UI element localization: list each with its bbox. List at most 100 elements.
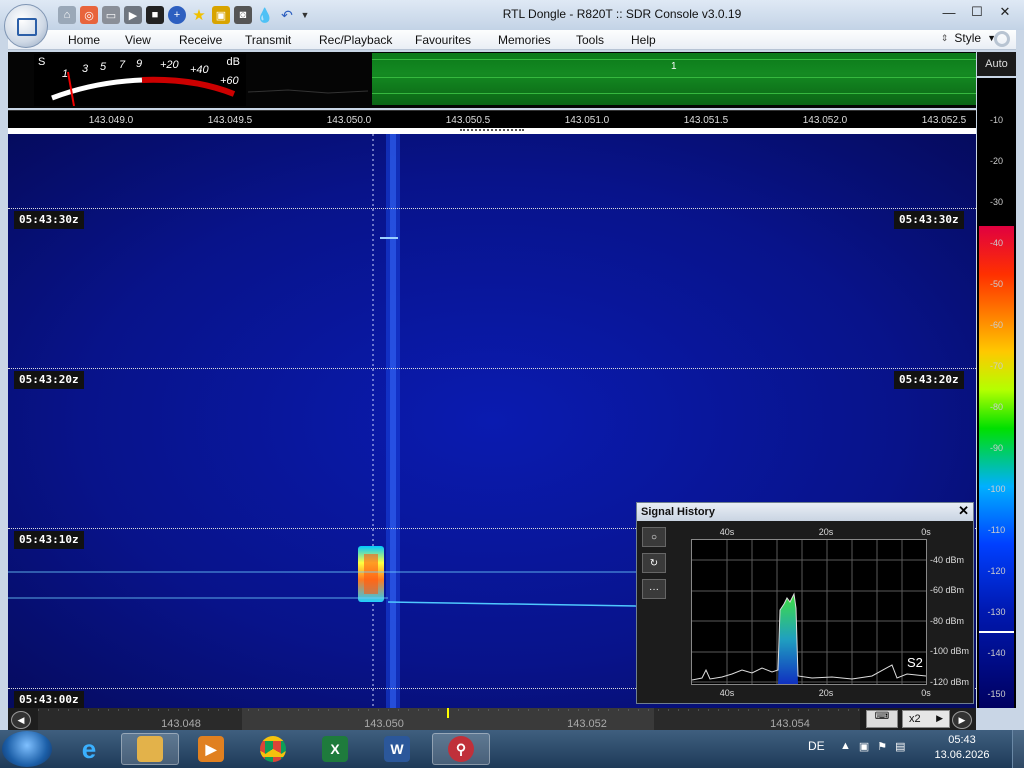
overview-freq: 143.054 bbox=[770, 718, 810, 730]
time-label-left: 05:43:30z bbox=[14, 211, 84, 229]
freq-tick: 143.052.0 bbox=[802, 115, 848, 126]
vfo-marker[interactable]: 1 bbox=[671, 61, 677, 72]
internet-explorer-icon: e bbox=[81, 733, 97, 764]
overview-freq: 143.050 bbox=[364, 718, 404, 730]
time-label-right: 05:43:30z bbox=[894, 211, 964, 229]
time-gridline bbox=[8, 368, 976, 369]
refresh-button[interactable]: ↻ bbox=[642, 553, 666, 573]
signal-history-panel[interactable]: Signal History ✕ ○ ↻ ··· 40s 20s 0s 40s … bbox=[636, 502, 974, 704]
menu-help[interactable]: Help bbox=[631, 33, 656, 47]
tray-app-icon[interactable]: ▣ bbox=[859, 740, 869, 753]
frequency-axis[interactable]: 143.049.0 143.049.5 143.050.0 143.050.5 … bbox=[8, 110, 976, 128]
menu-transmit[interactable]: Transmit bbox=[245, 33, 291, 47]
signal-history-plot bbox=[691, 539, 927, 685]
network-icon[interactable]: ▤ bbox=[895, 740, 905, 753]
db-label: -30 bbox=[989, 197, 1003, 207]
auto-scale-button[interactable]: Auto bbox=[977, 52, 1016, 76]
close-icon[interactable]: ✕ bbox=[958, 503, 969, 519]
taskbar-media-player[interactable]: ▶ bbox=[182, 733, 240, 765]
time-label-right: 05:43:20z bbox=[894, 371, 964, 389]
zoom-select[interactable]: x2 ▶ bbox=[902, 710, 950, 728]
db-label: -60 bbox=[989, 320, 1003, 330]
title-bar: ⌂ ◎ ▭ ▶ ■ + ★ ▣ ◙ 💧 ↶ ▼ RTL Dongle - R82… bbox=[0, 0, 1024, 30]
scroll-left-button[interactable]: ◀ bbox=[11, 711, 31, 729]
record-button[interactable]: ○ bbox=[642, 527, 666, 547]
db-label: -110 bbox=[987, 525, 1006, 535]
db-label: -150 bbox=[987, 689, 1006, 699]
show-desktop-button[interactable] bbox=[1012, 730, 1024, 768]
chrome-icon bbox=[260, 736, 286, 762]
taskbar-chrome[interactable] bbox=[244, 733, 302, 765]
overview-scale[interactable]: 143.048 143.050 143.052 143.054 bbox=[38, 708, 860, 730]
signal-history-title-bar[interactable]: Signal History ✕ bbox=[637, 503, 973, 521]
menu-receive[interactable]: Receive bbox=[179, 33, 222, 47]
history-y-label: -100 dBm bbox=[930, 646, 970, 656]
close-icon[interactable]: ✕ bbox=[992, 2, 1018, 22]
tray-flag-icon[interactable]: ⚑ bbox=[877, 740, 887, 753]
windows-taskbar: e ▶ X W ⚲ DE ▲ ▣ ⚑ ▤ 05:43 13.06.2026 bbox=[0, 730, 1024, 768]
taskbar-sdr-console[interactable]: ⚲ bbox=[432, 733, 490, 765]
bandwidth-passband[interactable]: 1 bbox=[372, 53, 976, 105]
style-up-down-icon: ⇕ bbox=[940, 32, 949, 43]
minimize-icon[interactable]: — bbox=[936, 2, 962, 22]
frequency-overview-bar[interactable]: ◀ 143.048 143.050 143.052 143.054 ⌨ x2 ▶… bbox=[8, 708, 976, 730]
history-y-label: -60 dBm bbox=[930, 585, 965, 595]
db-label: -120 bbox=[987, 566, 1006, 576]
freq-tick: 143.049.0 bbox=[88, 115, 134, 126]
show-hidden-icons-icon[interactable]: ▲ bbox=[840, 740, 851, 753]
s-scale-5: 5 bbox=[100, 61, 107, 73]
history-x-label: 20s bbox=[818, 688, 834, 698]
time-gridline bbox=[8, 208, 976, 209]
db-label: -90 bbox=[989, 443, 1003, 453]
taskbar-internet-explorer[interactable]: e bbox=[60, 733, 118, 765]
window-controls: — ☐ ✕ bbox=[936, 2, 1018, 22]
s-meter: S dB 1 3 5 7 9 +20 +40 +60 bbox=[34, 54, 246, 106]
s-scale-plus20: +20 bbox=[160, 59, 179, 71]
taskbar-word[interactable]: W bbox=[368, 733, 426, 765]
signal-history-graph bbox=[691, 540, 927, 684]
menu-tools[interactable]: Tools bbox=[576, 33, 604, 47]
word-icon: W bbox=[384, 736, 410, 762]
history-y-label: -80 dBm bbox=[930, 616, 965, 626]
history-x-label: 40s bbox=[719, 688, 735, 698]
taskbar-file-explorer[interactable] bbox=[121, 733, 179, 765]
s-scale-1: 1 bbox=[62, 68, 69, 80]
menu-memories[interactable]: Memories bbox=[498, 33, 551, 47]
scroll-right-button[interactable]: ▶ bbox=[952, 711, 972, 729]
history-x-label: 0s bbox=[921, 688, 931, 698]
taskbar-excel[interactable]: X bbox=[306, 733, 364, 765]
db-label: -140 bbox=[987, 648, 1006, 658]
menu-bar: Home View Receive Transmit Rec/Playback … bbox=[8, 30, 1016, 50]
db-label: -70 bbox=[989, 361, 1003, 371]
input-language[interactable]: DE bbox=[808, 739, 825, 753]
menu-rec-playback[interactable]: Rec/Playback bbox=[319, 33, 392, 47]
menu-favourites[interactable]: Favourites bbox=[415, 33, 471, 47]
s-scale-9: 9 bbox=[136, 58, 143, 70]
time-label-left: 05:43:20z bbox=[14, 371, 84, 389]
db-scale[interactable]: -10 -20 -30 -40 -50 -60 -70 -80 -90 -100… bbox=[977, 78, 1016, 708]
menu-home[interactable]: Home bbox=[68, 33, 100, 47]
overview-freq: 143.048 bbox=[161, 718, 201, 730]
maximize-icon[interactable]: ☐ bbox=[964, 2, 990, 22]
passband-gridline bbox=[372, 77, 976, 78]
menu-view[interactable]: View bbox=[125, 33, 151, 47]
time-label-left: 05:43:00z bbox=[14, 691, 84, 708]
application-menu-button[interactable] bbox=[4, 4, 48, 48]
freq-tick: 143.052.5 bbox=[921, 115, 967, 126]
settings-gear-icon[interactable] bbox=[994, 31, 1010, 47]
s-scale-plus40: +40 bbox=[190, 64, 209, 76]
keyboard-icon[interactable]: ⌨ bbox=[866, 710, 898, 728]
media-player-icon: ▶ bbox=[198, 736, 224, 762]
db-label: -100 bbox=[987, 484, 1006, 494]
system-tray: ▲ ▣ ⚑ ▤ bbox=[840, 740, 906, 753]
splitter-grip[interactable] bbox=[460, 129, 524, 131]
db-label: -50 bbox=[989, 279, 1003, 289]
more-options-button[interactable]: ··· bbox=[642, 579, 666, 599]
start-button[interactable] bbox=[2, 731, 52, 767]
sdr-console-icon: ⚲ bbox=[448, 736, 474, 762]
style-selector[interactable]: ⇕ Style ▼ bbox=[940, 31, 1010, 47]
passband-gridline bbox=[372, 93, 976, 94]
s-meter-reading: S2 bbox=[907, 655, 923, 670]
chevron-right-icon: ▶ bbox=[936, 713, 943, 723]
clock[interactable]: 05:43 13.06.2026 bbox=[932, 733, 992, 763]
